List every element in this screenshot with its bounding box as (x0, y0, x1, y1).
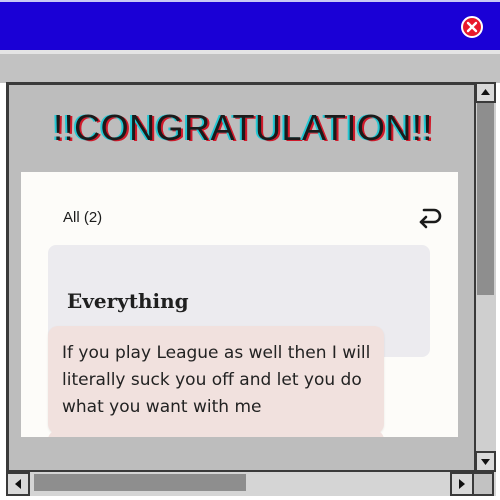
scroll-right-button[interactable] (450, 472, 474, 496)
vertical-scroll-thumb[interactable] (477, 103, 494, 295)
arrow-down-icon (481, 459, 490, 465)
card-title: Everything (67, 289, 189, 313)
page-title: !!CONGRATULATION!! (0, 107, 486, 149)
close-button[interactable] (461, 16, 483, 38)
scroll-left-button[interactable] (6, 472, 30, 496)
toolbar (0, 50, 500, 83)
title-main: CONGRATULATION (74, 107, 412, 148)
vertical-scrollbar[interactable] (474, 82, 496, 473)
message-bubble[interactable]: If you play League as well then I will l… (48, 326, 384, 434)
title-suffix: !! (411, 107, 433, 148)
horizontal-scrollbar[interactable] (6, 470, 496, 496)
horizontal-scroll-thumb[interactable] (34, 474, 246, 491)
return-arrow-icon[interactable] (417, 202, 443, 230)
scroll-down-button[interactable] (475, 451, 496, 472)
scroll-up-button[interactable] (475, 82, 496, 103)
scrollbar-corner (472, 472, 494, 496)
close-icon (466, 21, 478, 33)
title-prefix: !! (53, 107, 75, 148)
filter-label[interactable]: All (2) (63, 209, 102, 226)
arrow-left-icon (15, 479, 21, 489)
arrow-right-icon (459, 479, 465, 489)
arrow-up-icon (481, 89, 490, 95)
title-bar[interactable] (0, 0, 500, 50)
message-panel: All (2) Everything If you play League as… (21, 172, 458, 437)
message-bubble-next[interactable] (48, 430, 384, 437)
message-text: If you play League as well then I will l… (62, 343, 371, 417)
